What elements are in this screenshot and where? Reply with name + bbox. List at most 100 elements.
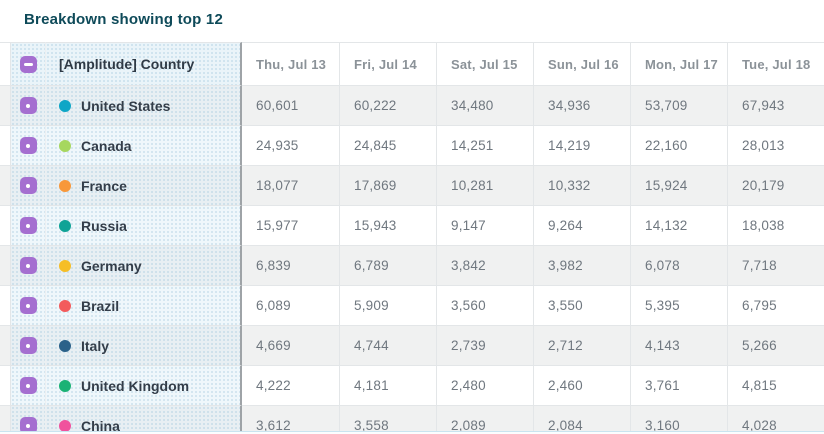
- country-name-cell[interactable]: Brazil: [46, 286, 242, 326]
- value-label: 6,078: [645, 258, 680, 273]
- checkbox-dot-icon: [26, 383, 30, 388]
- breakdown-panel: Breakdown showing top 12 [Amplitude] Cou…: [0, 0, 824, 434]
- value-cell: 14,251: [436, 126, 533, 166]
- row-select-cell: [10, 126, 46, 166]
- country-name-cell[interactable]: United States: [46, 86, 242, 126]
- value-label: 3,761: [645, 378, 680, 393]
- series-visibility-checkbox[interactable]: [19, 377, 37, 394]
- row-select-cell: [10, 286, 46, 326]
- value-label: 4,181: [354, 378, 389, 393]
- value-label: 6,089: [256, 298, 291, 313]
- value-label: 67,943: [742, 98, 785, 113]
- series-visibility-checkbox[interactable]: [19, 257, 37, 274]
- series-visibility-checkbox[interactable]: [19, 97, 37, 114]
- value-cell: 2,712: [533, 326, 630, 366]
- value-label: 10,332: [548, 178, 591, 193]
- series-visibility-checkbox[interactable]: [19, 297, 37, 314]
- value-cell: 3,842: [436, 246, 533, 286]
- value-cell: 6,839: [242, 246, 339, 286]
- value-label: 4,222: [256, 378, 291, 393]
- header-spacer-cell: [0, 42, 10, 86]
- series-visibility-checkbox[interactable]: [19, 177, 37, 194]
- checkbox-dot-icon: [26, 343, 30, 348]
- value-label: 3,982: [548, 258, 583, 273]
- country-name-cell[interactable]: United Kingdom: [46, 366, 242, 406]
- country-name-cell[interactable]: Canada: [46, 126, 242, 166]
- value-cell: 14,132: [630, 206, 727, 246]
- country-name-label: Russia: [81, 217, 127, 234]
- value-label: 15,977: [256, 218, 299, 233]
- value-label: 18,077: [256, 178, 299, 193]
- page-title: Breakdown showing top 12: [24, 11, 223, 28]
- value-label: 15,924: [645, 178, 688, 193]
- value-cell: 4,669: [242, 326, 339, 366]
- value-cell: 5,266: [727, 326, 824, 366]
- value-label: 2,739: [451, 338, 486, 353]
- value-label: 5,266: [742, 338, 777, 353]
- value-label: 2,480: [451, 378, 486, 393]
- row-spacer-cell: [0, 366, 10, 406]
- value-label: 7,718: [742, 258, 777, 273]
- value-cell: 4,028: [727, 406, 824, 434]
- country-name-label: Italy: [81, 337, 110, 354]
- value-cell: 67,943: [727, 86, 824, 126]
- value-label: 6,795: [742, 298, 777, 313]
- row-select-cell: [10, 166, 46, 206]
- value-cell: 4,815: [727, 366, 824, 406]
- value-cell: 60,601: [242, 86, 339, 126]
- series-visibility-checkbox[interactable]: [19, 137, 37, 154]
- country-name-label: France: [81, 177, 127, 194]
- value-label: 6,839: [256, 258, 291, 273]
- value-label: 5,395: [645, 298, 680, 313]
- value-label: 22,160: [645, 138, 688, 153]
- country-name-cell[interactable]: China: [46, 406, 242, 434]
- country-name-cell[interactable]: Russia: [46, 206, 242, 246]
- value-cell: 14,219: [533, 126, 630, 166]
- row-select-cell: [10, 326, 46, 366]
- value-label: 10,281: [451, 178, 494, 193]
- breakdown-table: [Amplitude] Country Thu, Jul 13 Fri, Jul 1…: [0, 42, 824, 434]
- row-select-cell: [10, 86, 46, 126]
- value-cell: 22,160: [630, 126, 727, 166]
- value-label: 14,219: [548, 138, 591, 153]
- value-label: 4,744: [354, 338, 389, 353]
- row-spacer-cell: [0, 246, 10, 286]
- value-label: 2,712: [548, 338, 583, 353]
- value-cell: 2,480: [436, 366, 533, 406]
- country-name-cell[interactable]: France: [46, 166, 242, 206]
- country-column-header-label: [Amplitude] Country: [59, 56, 195, 72]
- value-cell: 3,160: [630, 406, 727, 434]
- value-cell: 9,264: [533, 206, 630, 246]
- date-column-header-label: Mon, Jul 17: [645, 56, 718, 72]
- series-color-dot-icon: [59, 139, 71, 152]
- select-all-checkbox[interactable]: [19, 55, 37, 73]
- row-spacer-cell: [0, 86, 10, 126]
- value-cell: 18,038: [727, 206, 824, 246]
- row-spacer-cell: [0, 126, 10, 166]
- value-label: 20,179: [742, 178, 785, 193]
- series-visibility-checkbox[interactable]: [19, 217, 37, 234]
- value-cell: 2,739: [436, 326, 533, 366]
- value-cell: 15,977: [242, 206, 339, 246]
- indeterminate-minus-icon: [23, 62, 33, 66]
- value-label: 34,480: [451, 98, 494, 113]
- country-name-label: Canada: [81, 137, 132, 154]
- value-cell: 17,869: [339, 166, 436, 206]
- value-label: 14,132: [645, 218, 688, 233]
- country-name-cell[interactable]: Italy: [46, 326, 242, 366]
- value-cell: 3,612: [242, 406, 339, 434]
- checkbox-dot-icon: [26, 423, 30, 428]
- value-cell: 10,332: [533, 166, 630, 206]
- date-column-header: Mon, Jul 17: [630, 42, 727, 86]
- select-all-cell: [10, 42, 46, 86]
- value-cell: 5,909: [339, 286, 436, 326]
- value-label: 14,251: [451, 138, 494, 153]
- value-cell: 9,147: [436, 206, 533, 246]
- series-visibility-checkbox[interactable]: [19, 337, 37, 354]
- checkbox-dot-icon: [26, 263, 30, 268]
- date-column-header-label: Tue, Jul 18: [742, 56, 811, 72]
- value-label: 2,460: [548, 378, 583, 393]
- country-name-label: Germany: [81, 257, 142, 274]
- date-column-header: Sat, Jul 15: [436, 42, 533, 86]
- country-name-cell[interactable]: Germany: [46, 246, 242, 286]
